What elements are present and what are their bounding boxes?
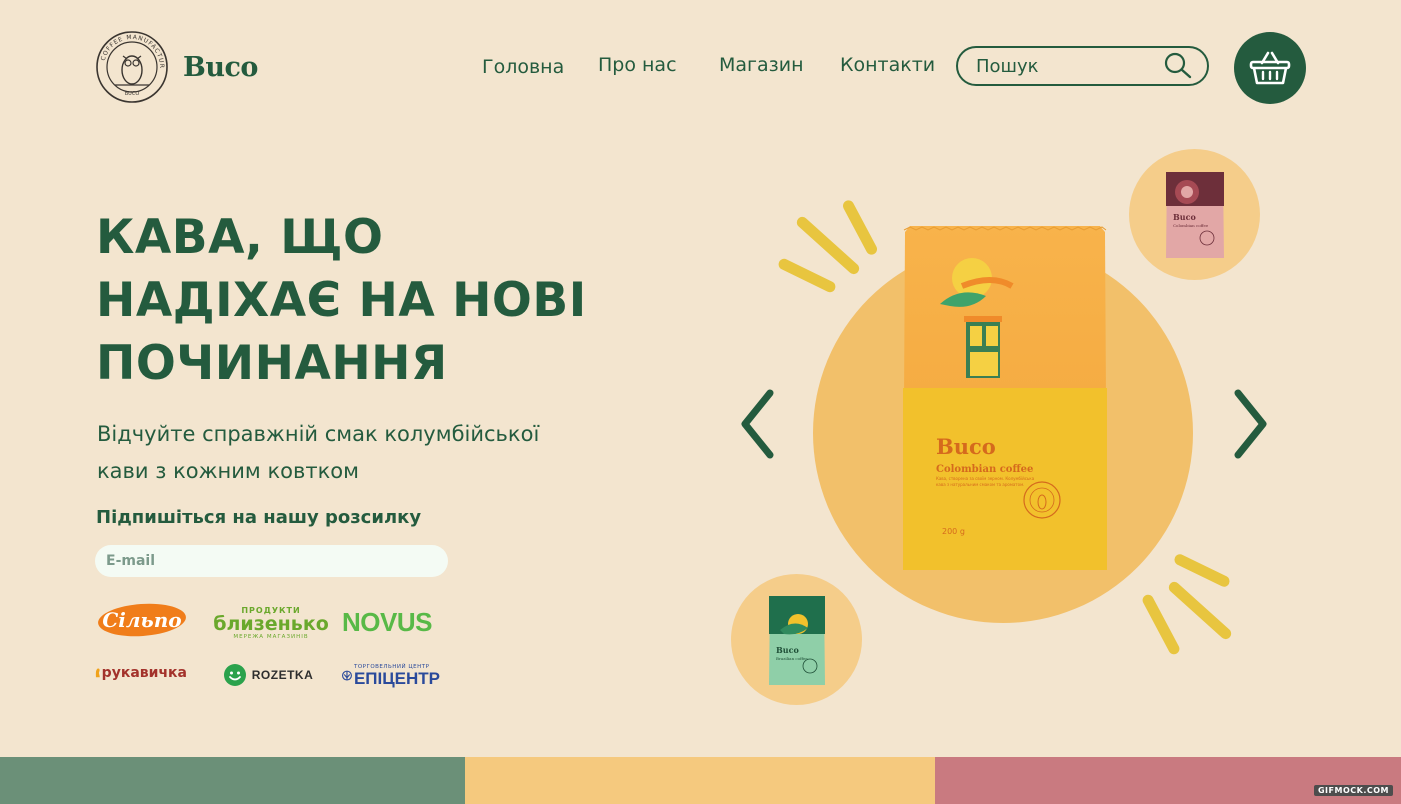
partner-logo-novus[interactable]: NOVUS xyxy=(338,606,436,638)
seal-text: COFFEE MANUFACTURE xyxy=(95,30,164,69)
partner-name: NOVUS xyxy=(342,606,432,637)
subtext-line: Відчуйте справжній смак колумбійської xyxy=(97,422,540,446)
brand-logo[interactable]: COFFEE MANUFACTURE BUCO Buco xyxy=(95,30,258,104)
epicentr-mark-icon xyxy=(342,670,352,681)
thumb-variant: Colombian coffee xyxy=(1173,223,1209,228)
partner-logo-blyzenko[interactable]: ПРОДУКТИ близенько МЕРЕЖА МАГАЗИНІВ xyxy=(213,604,329,642)
partner-name: близенько xyxy=(213,613,329,635)
thumbnail-bottom-bag[interactable]: Buco Brazilian coffee xyxy=(768,594,826,687)
subtext-line: кави з кожним ковтком xyxy=(97,459,359,483)
thumbnail-top-bag[interactable]: Buco Colombian coffee xyxy=(1165,170,1225,260)
product-bag-image[interactable]: Buco Colombian coffee Кава, створена за … xyxy=(902,226,1108,574)
nav-item-shop[interactable]: Магазин xyxy=(719,54,804,76)
section-bar-pink[interactable] xyxy=(935,757,1401,804)
partner-name: Сільпо xyxy=(102,608,181,632)
nav-item-about[interactable]: Про нас xyxy=(598,54,677,76)
rozetka-smile-icon xyxy=(223,664,246,686)
chevron-left-icon[interactable] xyxy=(738,389,776,459)
thumb-variant: Brazilian coffee xyxy=(776,656,808,661)
headline-line: ПОЧИНАННЯ xyxy=(96,336,448,391)
email-field[interactable] xyxy=(95,545,448,577)
seal-bottom-text: BUCO xyxy=(125,91,140,97)
nav-item-contacts[interactable]: Контакти xyxy=(840,54,935,76)
partner-bottom-text: МЕРЕЖА МАГАЗИНІВ xyxy=(233,634,309,640)
partner-logo-silpo[interactable]: Сільпо xyxy=(97,602,187,638)
chevron-right-icon[interactable] xyxy=(1232,389,1270,459)
cart-button[interactable] xyxy=(1234,32,1306,104)
bag-brand: Buco xyxy=(936,434,996,459)
headline-line: НАДІХАЄ НА НОВІ xyxy=(96,273,587,328)
thumb-brand: Buco xyxy=(776,645,799,655)
subscribe-label: Підпишіться на нашу розсилку xyxy=(96,507,422,528)
basket-icon xyxy=(1249,51,1291,85)
decor-stroke xyxy=(1140,592,1182,657)
brand-name: Buco xyxy=(183,51,258,83)
nav-item-home[interactable]: Головна xyxy=(482,56,564,78)
decor-stroke xyxy=(1172,552,1232,589)
decor-stroke xyxy=(841,198,879,257)
section-bar-yellow[interactable] xyxy=(465,757,935,804)
watermark: GIFMOCK.COM xyxy=(1313,785,1393,796)
bag-description: Кава, створена за своїм зерном. Колумбій… xyxy=(936,476,1035,487)
decor-stroke xyxy=(1166,579,1234,642)
bag-weight: 200 g xyxy=(942,527,965,536)
section-bar-green[interactable] xyxy=(0,757,465,804)
rukavychka-mark-icon xyxy=(95,668,100,678)
owl-seal-icon: COFFEE MANUFACTURE BUCO xyxy=(95,30,168,103)
search-input[interactable] xyxy=(976,55,1146,77)
partner-logo-rozetka[interactable]: ROZETKA xyxy=(220,662,316,688)
decor-stroke xyxy=(776,256,838,295)
partner-name: рукавичка xyxy=(101,665,187,681)
partner-name: ЕПІЦЕНТР xyxy=(353,668,440,688)
partner-logo-epicentr[interactable]: ТОРГОВЕЛЬНИЙ ЦЕНТР ЕПІЦЕНТР xyxy=(342,661,440,689)
partner-logo-rukavychka[interactable]: рукавичка xyxy=(95,660,187,686)
partner-name: ROZETKA xyxy=(251,668,314,682)
hero-subtext: Відчуйте справжній смак колумбійської ка… xyxy=(97,416,567,490)
svg-text:COFFEE MANUFACTURE: COFFEE MANUFACTURE xyxy=(95,30,165,69)
search-icon[interactable] xyxy=(1163,52,1193,80)
thumb-brand: Buco xyxy=(1173,212,1196,222)
hero-headline: КАВА, ЩО НАДІХАЄ НА НОВІ ПОЧИНАННЯ xyxy=(96,206,636,395)
partner-text-group: ТОРГОВЕЛЬНИЙ ЦЕНТР ЕПІЦЕНТР xyxy=(354,664,440,687)
search-box xyxy=(956,46,1209,86)
bag-variant: Colombian coffee xyxy=(936,464,1033,475)
headline-line: КАВА, ЩО xyxy=(96,210,384,265)
